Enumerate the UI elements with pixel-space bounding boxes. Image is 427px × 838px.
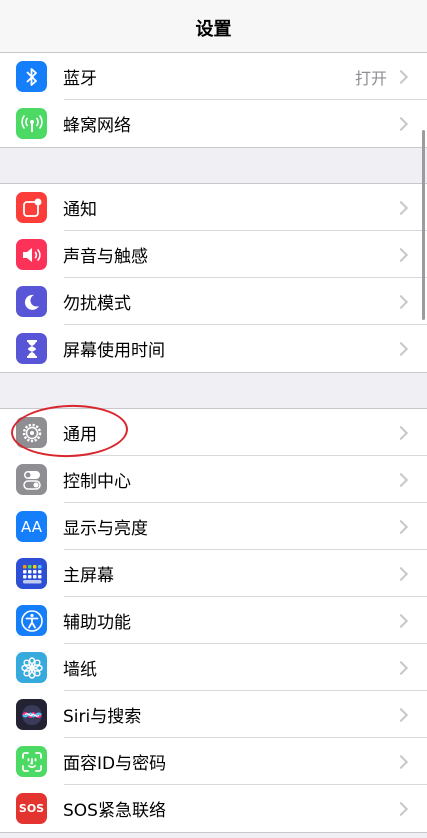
text-size-icon: AA bbox=[16, 511, 47, 542]
chevron-right-icon bbox=[393, 341, 409, 356]
settings-row-screen-time[interactable]: 屏幕使用时间 bbox=[0, 324, 427, 372]
settings-row-label: 显示与亮度 bbox=[63, 519, 148, 539]
settings-row-label: 蜂窝网络 bbox=[63, 116, 131, 136]
settings-group-general: 通用 控制中心 AA 显示与亮度 主屏幕 辅助功能 墙纸 Siri与搜索 面容I… bbox=[0, 408, 427, 833]
settings-row-label: 辅助功能 bbox=[63, 613, 131, 633]
face-id-icon bbox=[16, 746, 47, 777]
flower-icon bbox=[16, 652, 47, 683]
chevron-right-icon bbox=[393, 566, 409, 581]
chevron-right-icon bbox=[393, 425, 409, 440]
siri-icon bbox=[16, 699, 47, 730]
scroll-indicator[interactable] bbox=[422, 130, 425, 320]
accessibility-icon bbox=[16, 605, 47, 636]
chevron-right-icon bbox=[393, 294, 409, 309]
chevron-right-icon bbox=[393, 69, 409, 84]
notifications-icon bbox=[16, 192, 47, 223]
settings-row-bluetooth[interactable]: 蓝牙 打开 bbox=[0, 53, 427, 100]
settings-row-label: SOS紧急联络 bbox=[63, 801, 166, 821]
settings-row-label: 声音与触感 bbox=[63, 247, 148, 267]
page-title: 设置 bbox=[195, 19, 232, 40]
settings-row-label: Siri与搜索 bbox=[63, 707, 142, 727]
settings-row-home-screen[interactable]: 主屏幕 bbox=[0, 549, 427, 597]
settings-row-face-id[interactable]: 面容ID与密码 bbox=[0, 737, 427, 785]
hourglass-icon bbox=[16, 333, 47, 364]
settings-row-accessibility[interactable]: 辅助功能 bbox=[0, 596, 427, 644]
cellular-antenna-icon bbox=[16, 108, 47, 139]
chevron-right-icon bbox=[393, 801, 409, 816]
settings-row-label: 控制中心 bbox=[63, 472, 131, 492]
chevron-right-icon bbox=[393, 116, 409, 131]
chevron-right-icon bbox=[393, 519, 409, 534]
bluetooth-icon bbox=[16, 61, 47, 92]
settings-row-display-brightness[interactable]: AA 显示与亮度 bbox=[0, 502, 427, 550]
chevron-right-icon bbox=[393, 247, 409, 262]
settings-row-label: 通知 bbox=[63, 200, 97, 220]
moon-icon bbox=[16, 286, 47, 317]
chevron-right-icon bbox=[393, 200, 409, 215]
settings-row-label: 屏幕使用时间 bbox=[63, 341, 165, 361]
settings-row-control-center[interactable]: 控制中心 bbox=[0, 455, 427, 503]
settings-row-emergency-sos[interactable]: SOS SOS紧急联络 bbox=[0, 784, 427, 832]
home-screen-grid-icon bbox=[16, 558, 47, 589]
settings-group-connectivity: 蓝牙 打开 蜂窝网络 bbox=[0, 52, 427, 148]
settings-row-label: 勿扰模式 bbox=[63, 294, 131, 314]
settings-row-sounds[interactable]: 声音与触感 bbox=[0, 230, 427, 278]
toggles-icon bbox=[16, 464, 47, 495]
navigation-bar: 设置 bbox=[0, 0, 427, 53]
settings-row-label: 面容ID与密码 bbox=[63, 754, 167, 774]
settings-row-cellular[interactable]: 蜂窝网络 bbox=[0, 99, 427, 147]
chevron-right-icon bbox=[393, 472, 409, 487]
settings-row-siri-search[interactable]: Siri与搜索 bbox=[0, 690, 427, 738]
settings-group-notifications: 通知 声音与触感 勿扰模式 屏幕使用时间 bbox=[0, 183, 427, 373]
settings-row-do-not-disturb[interactable]: 勿扰模式 bbox=[0, 277, 427, 325]
sos-icon: SOS bbox=[16, 793, 47, 824]
chevron-right-icon bbox=[393, 613, 409, 628]
settings-row-label: 蓝牙 bbox=[63, 69, 97, 89]
settings-row-wallpaper[interactable]: 墙纸 bbox=[0, 643, 427, 691]
settings-row-notifications[interactable]: 通知 bbox=[0, 184, 427, 231]
speaker-icon bbox=[16, 239, 47, 270]
chevron-right-icon bbox=[393, 660, 409, 675]
settings-row-label: 墙纸 bbox=[63, 660, 97, 680]
settings-row-label: 主屏幕 bbox=[63, 566, 114, 586]
chevron-right-icon bbox=[393, 707, 409, 722]
settings-row-value: 打开 bbox=[354, 68, 387, 88]
chevron-right-icon bbox=[393, 754, 409, 769]
